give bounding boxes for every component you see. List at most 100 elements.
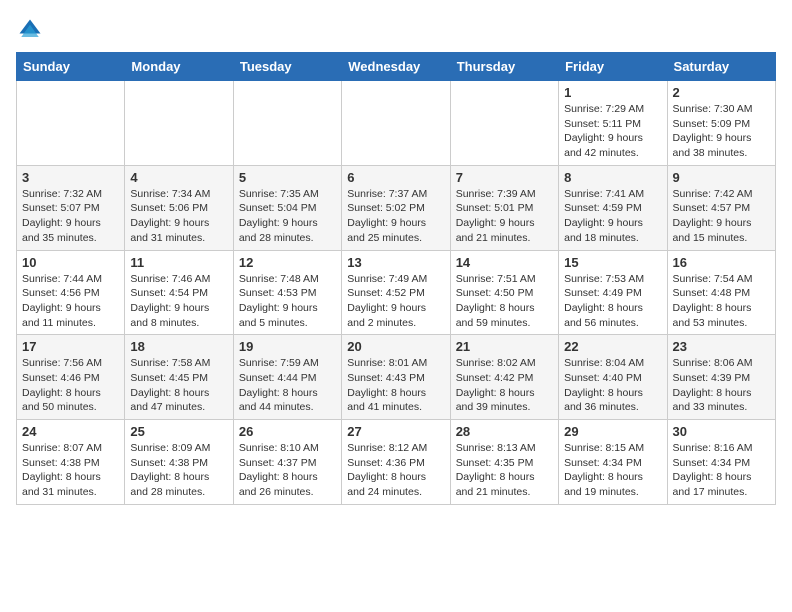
day-number: 14 [456, 255, 553, 270]
day-info: Sunrise: 7:44 AM Sunset: 4:56 PM Dayligh… [22, 272, 119, 331]
day-info: Sunrise: 8:09 AM Sunset: 4:38 PM Dayligh… [130, 441, 227, 500]
calendar-cell [233, 81, 341, 166]
calendar-cell: 3 Sunrise: 7:32 AM Sunset: 5:07 PM Daylig… [17, 165, 125, 250]
calendar-cell [450, 81, 558, 166]
header [16, 16, 776, 44]
day-number: 11 [130, 255, 227, 270]
day-number: 29 [564, 424, 661, 439]
day-number: 16 [673, 255, 770, 270]
day-info: Sunrise: 8:06 AM Sunset: 4:39 PM Dayligh… [673, 356, 770, 415]
calendar-cell: 25 Sunrise: 8:09 AM Sunset: 4:38 PM Dayli… [125, 420, 233, 505]
weekday-header-wednesday: Wednesday [342, 53, 450, 81]
calendar-cell: 14 Sunrise: 7:51 AM Sunset: 4:50 PM Dayli… [450, 250, 558, 335]
day-number: 10 [22, 255, 119, 270]
day-info: Sunrise: 7:58 AM Sunset: 4:45 PM Dayligh… [130, 356, 227, 415]
day-number: 3 [22, 170, 119, 185]
day-number: 21 [456, 339, 553, 354]
calendar-cell: 20 Sunrise: 8:01 AM Sunset: 4:43 PM Dayli… [342, 335, 450, 420]
day-info: Sunrise: 8:07 AM Sunset: 4:38 PM Dayligh… [22, 441, 119, 500]
day-number: 13 [347, 255, 444, 270]
calendar-cell: 26Sunrise: 8:10 AM Sunset: 4:37 PM Dayli… [233, 420, 341, 505]
weekday-header-tuesday: Tuesday [233, 53, 341, 81]
day-info: Sunrise: 7:39 AM Sunset: 5:01 PM Dayligh… [456, 187, 553, 246]
day-info: Sunrise: 7:29 AM Sunset: 5:11 PM Dayligh… [564, 102, 661, 161]
day-number: 2 [673, 85, 770, 100]
calendar-body: 1Sunrise: 7:29 AM Sunset: 5:11 PM Daylig… [17, 81, 776, 505]
calendar-cell: 19 Sunrise: 7:59 AM Sunset: 4:44 PM Dayli… [233, 335, 341, 420]
day-info: Sunrise: 8:12 AM Sunset: 4:36 PM Dayligh… [347, 441, 444, 500]
day-number: 20 [347, 339, 444, 354]
day-info: Sunrise: 7:59 AM Sunset: 4:44 PM Dayligh… [239, 356, 336, 415]
day-info: Sunrise: 7:56 AM Sunset: 4:46 PM Dayligh… [22, 356, 119, 415]
day-number: 6 [347, 170, 444, 185]
day-info: Sunrise: 7:53 AM Sunset: 4:49 PM Dayligh… [564, 272, 661, 331]
calendar-week-4: 17 Sunrise: 7:56 AM Sunset: 4:46 PM Dayli… [17, 335, 776, 420]
weekday-header-thursday: Thursday [450, 53, 558, 81]
day-info: Sunrise: 8:15 AM Sunset: 4:34 PM Dayligh… [564, 441, 661, 500]
calendar-cell: 29 Sunrise: 8:15 AM Sunset: 4:34 PM Dayli… [559, 420, 667, 505]
day-info: Sunrise: 8:04 AM Sunset: 4:40 PM Dayligh… [564, 356, 661, 415]
calendar-cell: 5Sunrise: 7:35 AM Sunset: 5:04 PM Daylig… [233, 165, 341, 250]
weekday-header-row: SundayMondayTuesdayWednesdayThursdayFrid… [17, 53, 776, 81]
calendar-cell: 2 Sunrise: 7:30 AM Sunset: 5:09 PM Daylig… [667, 81, 775, 166]
day-info: Sunrise: 7:34 AM Sunset: 5:06 PM Dayligh… [130, 187, 227, 246]
day-info: Sunrise: 8:02 AM Sunset: 4:42 PM Dayligh… [456, 356, 553, 415]
calendar-cell: 28Sunrise: 8:13 AM Sunset: 4:35 PM Dayli… [450, 420, 558, 505]
day-number: 12 [239, 255, 336, 270]
calendar-cell [342, 81, 450, 166]
day-number: 18 [130, 339, 227, 354]
calendar-week-2: 3 Sunrise: 7:32 AM Sunset: 5:07 PM Daylig… [17, 165, 776, 250]
day-info: Sunrise: 7:32 AM Sunset: 5:07 PM Dayligh… [22, 187, 119, 246]
day-number: 19 [239, 339, 336, 354]
day-number: 30 [673, 424, 770, 439]
calendar-cell: 17 Sunrise: 7:56 AM Sunset: 4:46 PM Dayli… [17, 335, 125, 420]
day-info: Sunrise: 7:51 AM Sunset: 4:50 PM Dayligh… [456, 272, 553, 331]
calendar-cell: 1Sunrise: 7:29 AM Sunset: 5:11 PM Daylig… [559, 81, 667, 166]
day-info: Sunrise: 7:30 AM Sunset: 5:09 PM Dayligh… [673, 102, 770, 161]
day-info: Sunrise: 8:10 AM Sunset: 4:37 PM Dayligh… [239, 441, 336, 500]
calendar-cell: 9 Sunrise: 7:42 AM Sunset: 4:57 PM Daylig… [667, 165, 775, 250]
calendar-cell: 22 Sunrise: 8:04 AM Sunset: 4:40 PM Dayli… [559, 335, 667, 420]
calendar-cell: 8 Sunrise: 7:41 AM Sunset: 4:59 PM Daylig… [559, 165, 667, 250]
calendar-cell: 16 Sunrise: 7:54 AM Sunset: 4:48 PM Dayli… [667, 250, 775, 335]
calendar-cell: 13 Sunrise: 7:49 AM Sunset: 4:52 PM Dayli… [342, 250, 450, 335]
weekday-header-friday: Friday [559, 53, 667, 81]
day-number: 7 [456, 170, 553, 185]
day-number: 22 [564, 339, 661, 354]
day-number: 17 [22, 339, 119, 354]
calendar-cell: 30Sunrise: 8:16 AM Sunset: 4:34 PM Dayli… [667, 420, 775, 505]
day-number: 24 [22, 424, 119, 439]
day-info: Sunrise: 7:41 AM Sunset: 4:59 PM Dayligh… [564, 187, 661, 246]
weekday-header-saturday: Saturday [667, 53, 775, 81]
day-info: Sunrise: 7:42 AM Sunset: 4:57 PM Dayligh… [673, 187, 770, 246]
calendar-cell: 18 Sunrise: 7:58 AM Sunset: 4:45 PM Dayli… [125, 335, 233, 420]
calendar-cell: 27 Sunrise: 8:12 AM Sunset: 4:36 PM Dayli… [342, 420, 450, 505]
day-number: 28 [456, 424, 553, 439]
calendar-cell [17, 81, 125, 166]
day-info: Sunrise: 7:54 AM Sunset: 4:48 PM Dayligh… [673, 272, 770, 331]
day-number: 8 [564, 170, 661, 185]
day-info: Sunrise: 7:49 AM Sunset: 4:52 PM Dayligh… [347, 272, 444, 331]
day-number: 9 [673, 170, 770, 185]
calendar-cell: 4 Sunrise: 7:34 AM Sunset: 5:06 PM Daylig… [125, 165, 233, 250]
day-info: Sunrise: 7:37 AM Sunset: 5:02 PM Dayligh… [347, 187, 444, 246]
day-info: Sunrise: 8:01 AM Sunset: 4:43 PM Dayligh… [347, 356, 444, 415]
calendar-table: SundayMondayTuesdayWednesdayThursdayFrid… [16, 52, 776, 505]
weekday-header-monday: Monday [125, 53, 233, 81]
day-number: 25 [130, 424, 227, 439]
day-number: 4 [130, 170, 227, 185]
day-info: Sunrise: 7:46 AM Sunset: 4:54 PM Dayligh… [130, 272, 227, 331]
calendar-week-3: 10 Sunrise: 7:44 AM Sunset: 4:56 PM Dayli… [17, 250, 776, 335]
calendar-cell: 23 Sunrise: 8:06 AM Sunset: 4:39 PM Dayli… [667, 335, 775, 420]
day-info: Sunrise: 7:48 AM Sunset: 4:53 PM Dayligh… [239, 272, 336, 331]
logo-icon [16, 16, 44, 44]
day-number: 23 [673, 339, 770, 354]
calendar-cell: 15 Sunrise: 7:53 AM Sunset: 4:49 PM Dayli… [559, 250, 667, 335]
day-number: 27 [347, 424, 444, 439]
calendar-cell: 10 Sunrise: 7:44 AM Sunset: 4:56 PM Dayli… [17, 250, 125, 335]
day-number: 15 [564, 255, 661, 270]
calendar-cell: 6 Sunrise: 7:37 AM Sunset: 5:02 PM Daylig… [342, 165, 450, 250]
calendar-cell: 7 Sunrise: 7:39 AM Sunset: 5:01 PM Daylig… [450, 165, 558, 250]
calendar-cell: 11 Sunrise: 7:46 AM Sunset: 4:54 PM Dayli… [125, 250, 233, 335]
calendar-cell: 21 Sunrise: 8:02 AM Sunset: 4:42 PM Dayli… [450, 335, 558, 420]
